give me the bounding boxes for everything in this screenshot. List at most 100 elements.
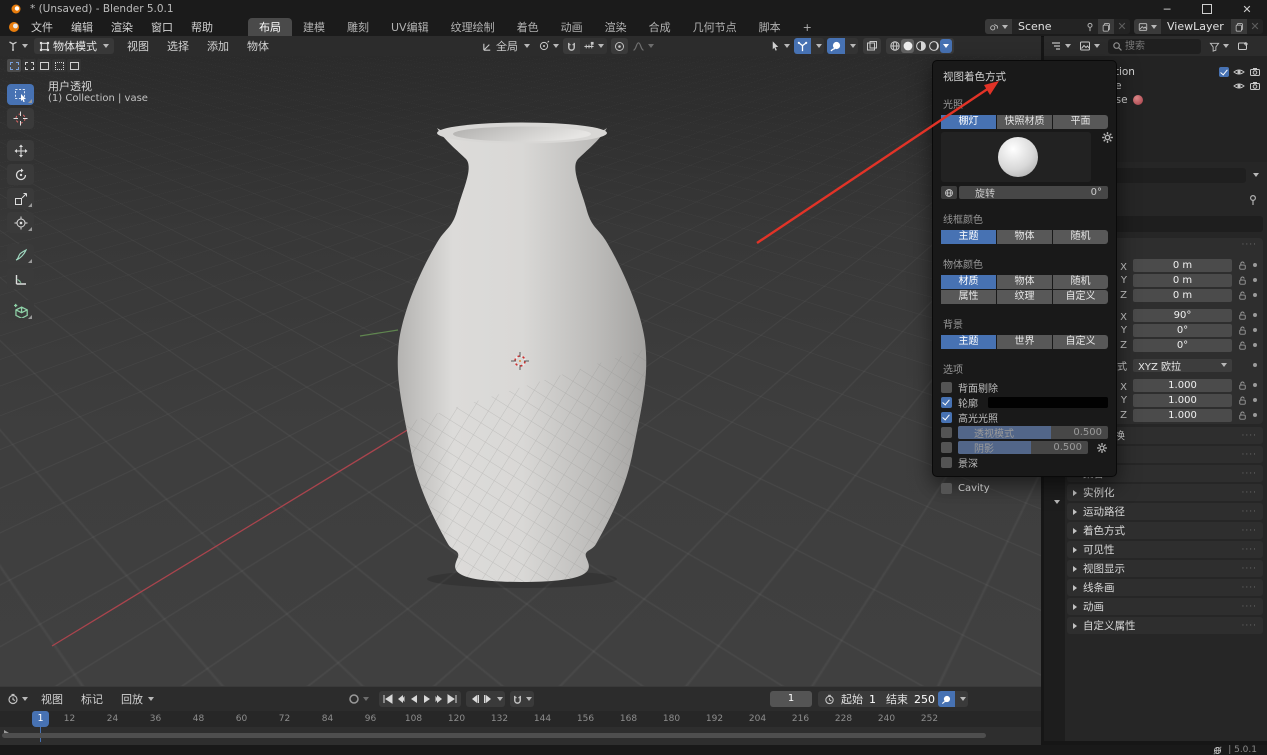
magnet-icon[interactable] [512, 694, 523, 705]
select-mode-subtract[interactable] [37, 59, 51, 72]
timeline-menu-item[interactable]: 标记 [72, 690, 112, 708]
step-forward-button[interactable] [481, 692, 494, 706]
pin-icon[interactable] [1082, 19, 1098, 34]
panel-grip-icon[interactable] [1242, 240, 1257, 250]
outline-color-swatch[interactable] [988, 397, 1108, 408]
collection-checkbox[interactable] [1219, 67, 1229, 77]
outliner-display-mode[interactable] [1046, 38, 1075, 54]
tool-select-box[interactable] [7, 84, 34, 105]
collapsed-panel-header[interactable]: 可见性 [1067, 541, 1263, 558]
workspace-tab[interactable]: 布局 [248, 18, 292, 36]
eye-icon[interactable] [1233, 66, 1245, 78]
xray-slider[interactable]: 透视模式0.500 [958, 426, 1108, 439]
panel-grip-icon[interactable] [1242, 526, 1257, 536]
lighting-option[interactable]: 平面 [1053, 115, 1108, 129]
gear-icon[interactable] [1096, 442, 1108, 454]
animate-dot[interactable] [1253, 343, 1257, 347]
collapsed-panel-header[interactable]: 着色方式 [1067, 522, 1263, 539]
end-value[interactable]: 250 [914, 693, 935, 706]
dof-checkbox[interactable] [941, 457, 952, 468]
pivot-point-selector[interactable] [534, 38, 563, 54]
proportional-falloff-selector[interactable] [628, 38, 658, 54]
new-scene-button[interactable] [1098, 19, 1114, 34]
sync-dropdown[interactable] [955, 691, 968, 707]
lock-icon[interactable] [1237, 310, 1248, 321]
snap-settings[interactable] [580, 38, 607, 54]
rotation-slider[interactable]: 旋转0° [959, 186, 1108, 199]
jump-to-start-button[interactable] [381, 692, 394, 706]
animate-dot[interactable] [1253, 293, 1257, 297]
lock-icon[interactable] [1237, 325, 1248, 336]
viewport-menu-item[interactable]: 物体 [238, 37, 278, 55]
animate-dot[interactable] [1253, 398, 1257, 402]
background-option[interactable]: 自定义 [1053, 335, 1108, 349]
value-field[interactable]: 1.000 [1133, 379, 1232, 392]
start-value[interactable]: 1 [869, 693, 876, 706]
value-field[interactable]: 0 m [1133, 274, 1232, 287]
pin-icon[interactable] [1247, 194, 1259, 206]
panel-grip-icon[interactable] [1242, 564, 1257, 574]
material-icon[interactable] [1133, 95, 1143, 105]
lock-icon[interactable] [1237, 340, 1248, 351]
rotation-mode-select[interactable]: XYZ 欧拉 [1133, 359, 1232, 372]
viewport-menu-item[interactable]: 视图 [118, 37, 158, 55]
outliner-filter-button[interactable] [1205, 38, 1233, 54]
tool-annotate[interactable] [7, 244, 34, 265]
animate-dot[interactable] [1253, 263, 1257, 267]
keying-chevron[interactable] [497, 697, 503, 701]
tool-cursor[interactable] [7, 108, 34, 129]
timeline-scrollbar[interactable] [2, 733, 986, 738]
play-reverse-button[interactable] [407, 692, 420, 706]
outliner-search-input[interactable] [1123, 40, 1197, 53]
lock-icon[interactable] [1237, 290, 1248, 301]
step-back-button[interactable] [468, 692, 481, 706]
overlays-toggle[interactable] [827, 38, 845, 54]
panel-grip-icon[interactable] [1242, 469, 1257, 479]
panel-grip-icon[interactable] [1242, 583, 1257, 593]
collapsed-panel-header[interactable]: 线条画 [1067, 579, 1263, 596]
panel-grip-icon[interactable] [1242, 507, 1257, 517]
specular-lighting-checkbox[interactable] [941, 412, 952, 423]
tool-move[interactable] [7, 140, 34, 161]
workspace-tab[interactable]: 着色 [506, 18, 550, 36]
new-collection-button[interactable] [1233, 38, 1253, 54]
menu-item[interactable]: 帮助 [182, 18, 222, 36]
panel-grip-icon[interactable] [1242, 545, 1257, 555]
current-frame-field[interactable]: 1 [770, 691, 812, 707]
menu-item[interactable]: 文件 [22, 18, 62, 36]
transform-orientation-selector[interactable]: 全局 [478, 38, 534, 54]
menu-item[interactable]: 渲染 [102, 18, 142, 36]
viewport-3d[interactable]: 用户透视 (1) Collection | vase [0, 56, 1041, 686]
object-type-visibility[interactable] [766, 38, 794, 54]
outline-checkbox[interactable] [941, 397, 952, 408]
animate-dot[interactable] [1253, 413, 1257, 417]
timeline-ruler[interactable]: 1224364860728496108120132144156168180192… [0, 711, 1041, 728]
workspace-tab[interactable]: 动画 [550, 18, 594, 36]
close-button[interactable]: ✕ [1227, 0, 1267, 18]
next-keyframe-button[interactable] [433, 692, 446, 706]
camera-visibility-icon[interactable] [1249, 80, 1261, 92]
scene-name[interactable]: Scene [1012, 20, 1082, 33]
workspace-tab[interactable]: 渲染 [594, 18, 638, 36]
play-button[interactable] [420, 692, 433, 706]
eye-icon[interactable] [1233, 80, 1245, 92]
scene-browse-button[interactable] [985, 19, 1012, 34]
lighting-option[interactable]: 快照材质 [997, 115, 1052, 129]
workspace-tab[interactable]: + [792, 18, 823, 36]
animate-dot[interactable] [1253, 363, 1257, 367]
auto-keying-toggle[interactable] [344, 691, 373, 707]
shading-dropdown[interactable] [940, 39, 952, 53]
background-option[interactable]: 主题 [941, 335, 996, 349]
shading-solid-button[interactable] [901, 39, 914, 53]
blender-menu-icon[interactable] [6, 21, 22, 33]
workspace-tab[interactable]: 纹理绘制 [440, 18, 506, 36]
collapsed-panel-header[interactable]: 运动路径 [1067, 503, 1263, 520]
workspace-tab[interactable]: 合成 [638, 18, 682, 36]
shadow-slider[interactable]: 阴影0.500 [958, 441, 1088, 454]
gizmos-toggle[interactable] [794, 38, 811, 54]
lock-icon[interactable] [1237, 395, 1248, 406]
workspace-tab[interactable]: 脚本 [748, 18, 792, 36]
value-field[interactable]: 0 m [1133, 289, 1232, 302]
object-color-option[interactable]: 材质 [941, 275, 996, 289]
collapsed-panel-header[interactable]: 自定义属性 [1067, 617, 1263, 634]
